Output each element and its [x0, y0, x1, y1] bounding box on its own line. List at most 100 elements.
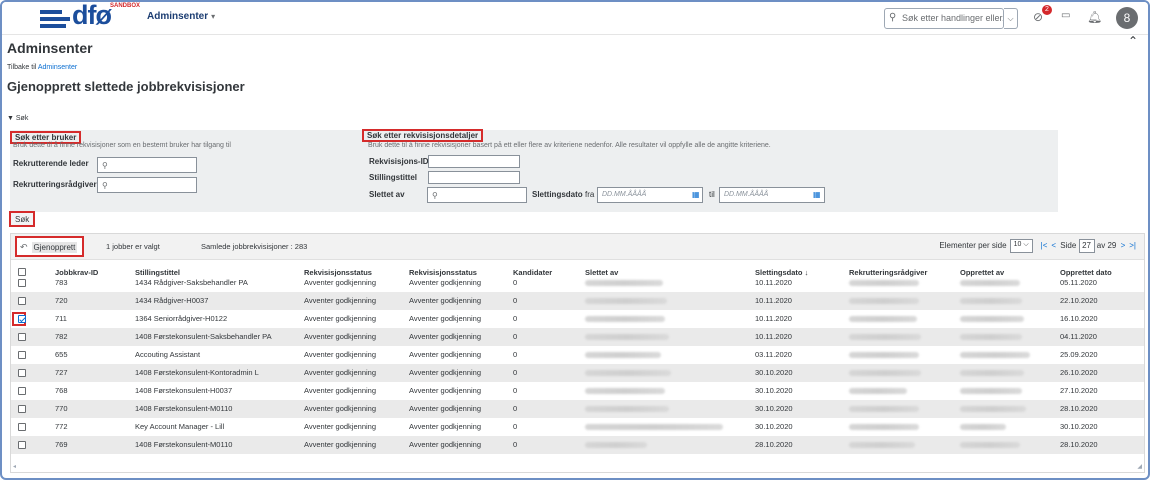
redacted-text	[585, 388, 665, 394]
chat-icon[interactable]: ▭	[1061, 10, 1070, 21]
row-status2: Avventer godkjenning	[409, 386, 481, 395]
table-row[interactable]: 727 1408 Førstekonsulent-Kontoradmin L A…	[11, 364, 1144, 382]
redacted-text	[960, 424, 1006, 430]
date-to-input[interactable]: DD.MM.ÅÅÅÅ	[719, 187, 825, 203]
redacted-text	[960, 316, 1024, 322]
prev-page-icon[interactable]: <	[1051, 241, 1056, 250]
row-id: 655	[55, 350, 68, 359]
bell-icon[interactable]: 🔔︎	[1087, 10, 1102, 24]
redacted-text	[849, 424, 919, 430]
col-header-id[interactable]: Jobbkrav-ID	[55, 268, 98, 277]
search-user-desc: Bruk dette til å finne rekvisisjoner som…	[13, 142, 231, 149]
row-status1: Avventer godkjenning	[304, 332, 376, 341]
row-created-date: 28.10.2020	[1060, 404, 1098, 413]
calendar-icon[interactable]: ▦	[692, 190, 700, 199]
table-row[interactable]: 720 1434 Rådgiver-H0037 Avventer godkjen…	[11, 292, 1144, 310]
row-checkbox[interactable]	[18, 297, 26, 305]
col-header-deleted-by[interactable]: Slettet av	[585, 268, 618, 277]
row-title: 1408 Førstekonsulent-Kontoradmin L	[135, 368, 259, 377]
next-page-icon[interactable]: >	[1121, 241, 1126, 250]
row-candidates: 0	[513, 278, 518, 287]
row-checkbox[interactable]	[18, 315, 26, 323]
table-row[interactable]: 655 Accouting Assistant Avventer godkjen…	[11, 346, 1144, 364]
row-title: 1434 Rådgiver-Saksbehandler PA	[135, 278, 248, 287]
row-status1: Avventer godkjenning	[304, 440, 376, 449]
row-delete-date: 30.10.2020	[755, 368, 793, 377]
avatar[interactable]: 8	[1116, 7, 1138, 29]
row-checkbox[interactable]	[18, 369, 26, 377]
table-row[interactable]: 711 1364 Seniorrådgiver-H0122 Avventer g…	[11, 310, 1144, 328]
row-checkbox[interactable]	[18, 441, 26, 449]
table-row[interactable]: 769 1408 Førstekonsulent-M0110 Avventer …	[11, 436, 1144, 454]
row-status1: Avventer godkjenning	[304, 422, 376, 431]
row-checkbox[interactable]	[18, 279, 26, 287]
table-row[interactable]: 770 1408 Førstekonsulent-M0110 Avventer …	[11, 400, 1144, 418]
recruiter-input[interactable]: ⚲	[97, 177, 197, 193]
search-button[interactable]: Søk	[9, 211, 36, 227]
breadcrumb-prefix: Tilbake til	[7, 64, 38, 71]
row-created-date: 26.10.2020	[1060, 368, 1098, 377]
col-header-delete-date[interactable]: Slettingsdato ↓	[755, 268, 808, 277]
req-id-input[interactable]	[428, 155, 520, 168]
row-status2: Avventer godkjenning	[409, 296, 481, 305]
last-page-icon[interactable]: >|	[1129, 241, 1136, 250]
col-header-status2[interactable]: Rekvisisjonsstatus	[409, 268, 477, 277]
col-header-candidates[interactable]: Kandidater	[513, 268, 552, 277]
date-from-input[interactable]: DD.MM.ÅÅÅÅ	[597, 187, 703, 203]
recruiting-manager-label: Rekrutterende leder	[13, 159, 89, 168]
row-checkbox[interactable]	[18, 423, 26, 431]
row-candidates: 0	[513, 422, 518, 431]
search-icon: ⚲	[102, 181, 108, 190]
results-panel: ↶ Gjenopprett 1 jobber er valgt Samlede j…	[10, 233, 1145, 473]
req-id-label: Rekvisisjons-ID	[369, 157, 429, 166]
chevron-down-icon: ▾	[211, 12, 216, 21]
back-to-adminsenter-link[interactable]: Adminsenter	[38, 64, 77, 71]
col-header-recruiter[interactable]: Rekrutteringsrådgiver	[849, 268, 927, 277]
col-header-created-date[interactable]: Opprettet dato	[1060, 268, 1112, 277]
deleted-by-input[interactable]: ⚲	[427, 187, 527, 203]
row-created-date: 27.10.2020	[1060, 386, 1098, 395]
col-header-status1[interactable]: Rekvisisjonsstatus	[304, 268, 372, 277]
redacted-text	[585, 442, 647, 448]
row-checkbox[interactable]	[18, 351, 26, 359]
col-header-created-by[interactable]: Opprettet av	[960, 268, 1004, 277]
row-candidates: 0	[513, 404, 518, 413]
redacted-text	[960, 370, 1024, 376]
table-row[interactable]: 782 1408 Førstekonsulent-Saksbehandler P…	[11, 328, 1144, 346]
per-page-value: 10	[1013, 241, 1022, 248]
search-toggle[interactable]: ▼ Søk	[7, 115, 28, 122]
restore-button[interactable]: ↶ Gjenopprett	[15, 236, 85, 257]
row-delete-date: 30.10.2020	[755, 404, 793, 413]
redacted-text	[849, 352, 919, 358]
row-checkbox[interactable]	[18, 405, 26, 413]
job-title-input[interactable]	[428, 171, 520, 184]
scroll-left-icon[interactable]: ◂	[13, 463, 16, 470]
global-search-input[interactable]: ⚲ Søk etter handlinger eller...	[884, 8, 1004, 29]
row-delete-date: 30.10.2020	[755, 386, 793, 395]
table-row[interactable]: 772 Key Account Manager - Lill Avventer …	[11, 418, 1144, 436]
row-title: 1408 Førstekonsulent-Saksbehandler PA	[135, 332, 272, 341]
row-delete-date: 10.11.2020	[755, 278, 792, 287]
row-checkbox[interactable]	[18, 387, 26, 395]
date-from-placeholder: DD.MM.ÅÅÅÅ	[602, 191, 647, 198]
dfo-logo[interactable]: dfø SANDBOX	[40, 2, 140, 34]
row-candidates: 0	[513, 314, 518, 323]
row-title: 1408 Førstekonsulent-M0110	[135, 404, 233, 413]
first-page-icon[interactable]: |<	[1041, 241, 1048, 250]
shell-menu-adminsenter[interactable]: Adminsenter ▾	[147, 11, 215, 22]
select-all-checkbox[interactable]	[18, 268, 26, 276]
recruiting-manager-input[interactable]: ⚲	[97, 157, 197, 173]
table-row[interactable]: 768 1408 Førstekonsulent-H0037 Avventer …	[11, 382, 1144, 400]
search-scope-dropdown[interactable]: ⌵	[1004, 8, 1018, 29]
per-page-select[interactable]: 10 ⌵	[1009, 239, 1033, 253]
calendar-icon[interactable]: ▦	[813, 190, 821, 199]
date-to-placeholder: DD.MM.ÅÅÅÅ	[724, 191, 769, 198]
collapse-header-icon[interactable]: ⌃	[1128, 34, 1138, 48]
search-panel: Søk etter bruker Bruk dette til å finne …	[10, 129, 1058, 212]
row-status2: Avventer godkjenning	[409, 422, 481, 431]
resize-grip-icon[interactable]: ◢	[1137, 463, 1142, 470]
col-header-title[interactable]: Stillingstittel	[135, 268, 180, 277]
page-number-input[interactable]: 27	[1078, 239, 1095, 253]
row-checkbox[interactable]	[18, 333, 26, 341]
row-id: 720	[55, 296, 68, 305]
